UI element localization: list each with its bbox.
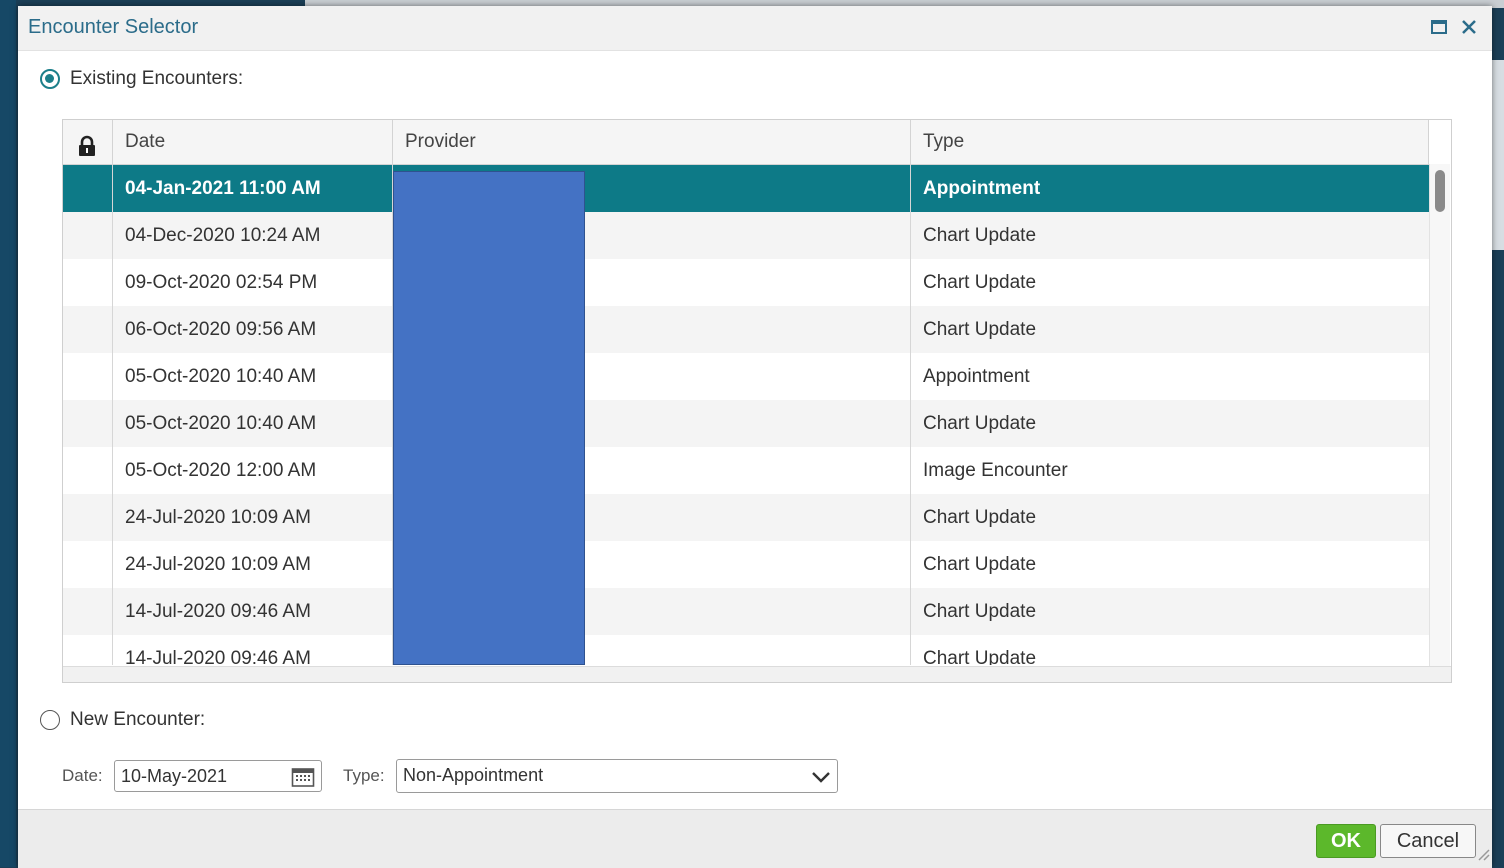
type-cell: Chart Update [923,272,1037,293]
cancel-button[interactable]: Cancel [1380,824,1476,858]
calendar-icon[interactable] [291,766,315,797]
new-encounter-option[interactable]: New Encounter: [40,709,205,731]
date-cell: 14-Jul-2020 09:46 AM [113,588,393,635]
date-column-header[interactable]: Date [113,120,393,164]
encounters-table: Date Provider Type 04-Jan-2021 11:00 AM A… [62,119,1452,683]
type-field-label: Type: [343,766,385,785]
table-row[interactable]: 05-Oct-2020 12:00 AM Image Encounter [63,447,1429,494]
chevron-down-icon [809,766,833,796]
lock-cell [63,541,113,588]
date-field[interactable]: 10-May-2021 [114,760,322,792]
existing-encounters-radio[interactable] [40,69,60,89]
vertical-scrollbar[interactable] [1429,164,1450,666]
type-select-value: Non-Appointment [403,765,544,785]
table-row[interactable]: 24-Jul-2020 10:09 AM Chart Update [63,494,1429,541]
encounter-selector-dialog: Encounter Selector Existing Encounters: … [18,6,1492,868]
date-cell: 09-Oct-2020 02:54 PM [113,259,393,306]
table-row[interactable]: 09-Oct-2020 02:54 PM Chart Update [63,259,1429,306]
type-select[interactable]: Non-Appointment [396,759,838,793]
date-cell: 05-Oct-2020 10:40 AM [113,400,393,447]
date-field-label: Date: [62,766,103,785]
lock-cell [63,494,113,541]
horizontal-scrollbar[interactable] [63,666,1451,682]
lock-cell [63,400,113,447]
lock-cell [63,447,113,494]
maximize-icon[interactable] [1428,16,1450,38]
scrollbar-thumb[interactable] [1435,170,1445,212]
date-field-value: 10-May-2021 [121,766,228,786]
type-cell: Chart Update [923,601,1037,622]
new-encounter-label: New Encounter: [70,709,206,730]
type-cell: Chart Update [923,554,1037,575]
lock-cell [63,353,113,400]
type-cell: Appointment [923,366,1030,387]
table-row[interactable]: 14-Jul-2020 09:46 AM Chart Update [63,588,1429,635]
date-cell: 04-Dec-2020 10:24 AM [113,212,393,259]
new-encounter-radio[interactable] [40,710,60,730]
date-cell: 04-Jan-2021 11:00 AM [113,165,393,212]
type-cell: Chart Update [923,225,1037,246]
type-cell: Image Encounter [923,460,1068,481]
table-row[interactable]: 05-Oct-2020 10:40 AM Chart Update [63,400,1429,447]
provider-column-header[interactable]: Provider [393,120,911,164]
table-body: 04-Jan-2021 11:00 AM Appointment 04-Dec-20… [63,165,1429,665]
table-row[interactable]: 04-Dec-2020 10:24 AM Chart Update [63,212,1429,259]
type-cell: Chart Update [923,507,1037,528]
type-cell: Chart Update [923,648,1037,665]
table-row[interactable]: 04-Jan-2021 11:00 AM Appointment [63,165,1429,212]
background-app-edge-right [1492,60,1504,250]
lock-cell [63,165,113,212]
resize-grip-icon[interactable] [1474,845,1490,866]
date-cell: 24-Jul-2020 10:09 AM [113,494,393,541]
date-cell: 06-Oct-2020 09:56 AM [113,306,393,353]
background-app-edge [0,0,16,867]
table-header: Date Provider Type [63,120,1429,165]
existing-encounters-option[interactable]: Existing Encounters: [40,68,243,90]
type-cell: Chart Update [923,413,1037,434]
lock-cell [63,259,113,306]
date-cell: 14-Jul-2020 09:46 AM [113,635,393,665]
lock-cell [63,306,113,353]
table-row[interactable]: 14-Jul-2020 09:46 AM Chart Update [63,635,1429,665]
type-cell: Appointment [923,178,1041,199]
lock-column-header[interactable] [63,120,113,164]
dialog-titlebar[interactable]: Encounter Selector [18,6,1492,51]
provider-redaction-block [393,171,585,665]
table-row[interactable]: 05-Oct-2020 10:40 AM Appointment [63,353,1429,400]
date-cell: 05-Oct-2020 12:00 AM [113,447,393,494]
lock-cell [63,212,113,259]
date-cell: 05-Oct-2020 10:40 AM [113,353,393,400]
dialog-title: Encounter Selector [28,16,199,38]
close-icon[interactable] [1458,16,1480,38]
existing-encounters-label: Existing Encounters: [70,68,244,89]
date-cell: 24-Jul-2020 10:09 AM [113,541,393,588]
dialog-footer: OK Cancel [18,809,1492,868]
table-row[interactable]: 06-Oct-2020 09:56 AM Chart Update [63,306,1429,353]
lock-cell [63,588,113,635]
type-column-header[interactable]: Type [911,120,1429,164]
ok-button[interactable]: OK [1316,824,1376,858]
table-row[interactable]: 24-Jul-2020 10:09 AM Chart Update [63,541,1429,588]
lock-cell [63,635,113,665]
type-cell: Chart Update [923,319,1037,340]
